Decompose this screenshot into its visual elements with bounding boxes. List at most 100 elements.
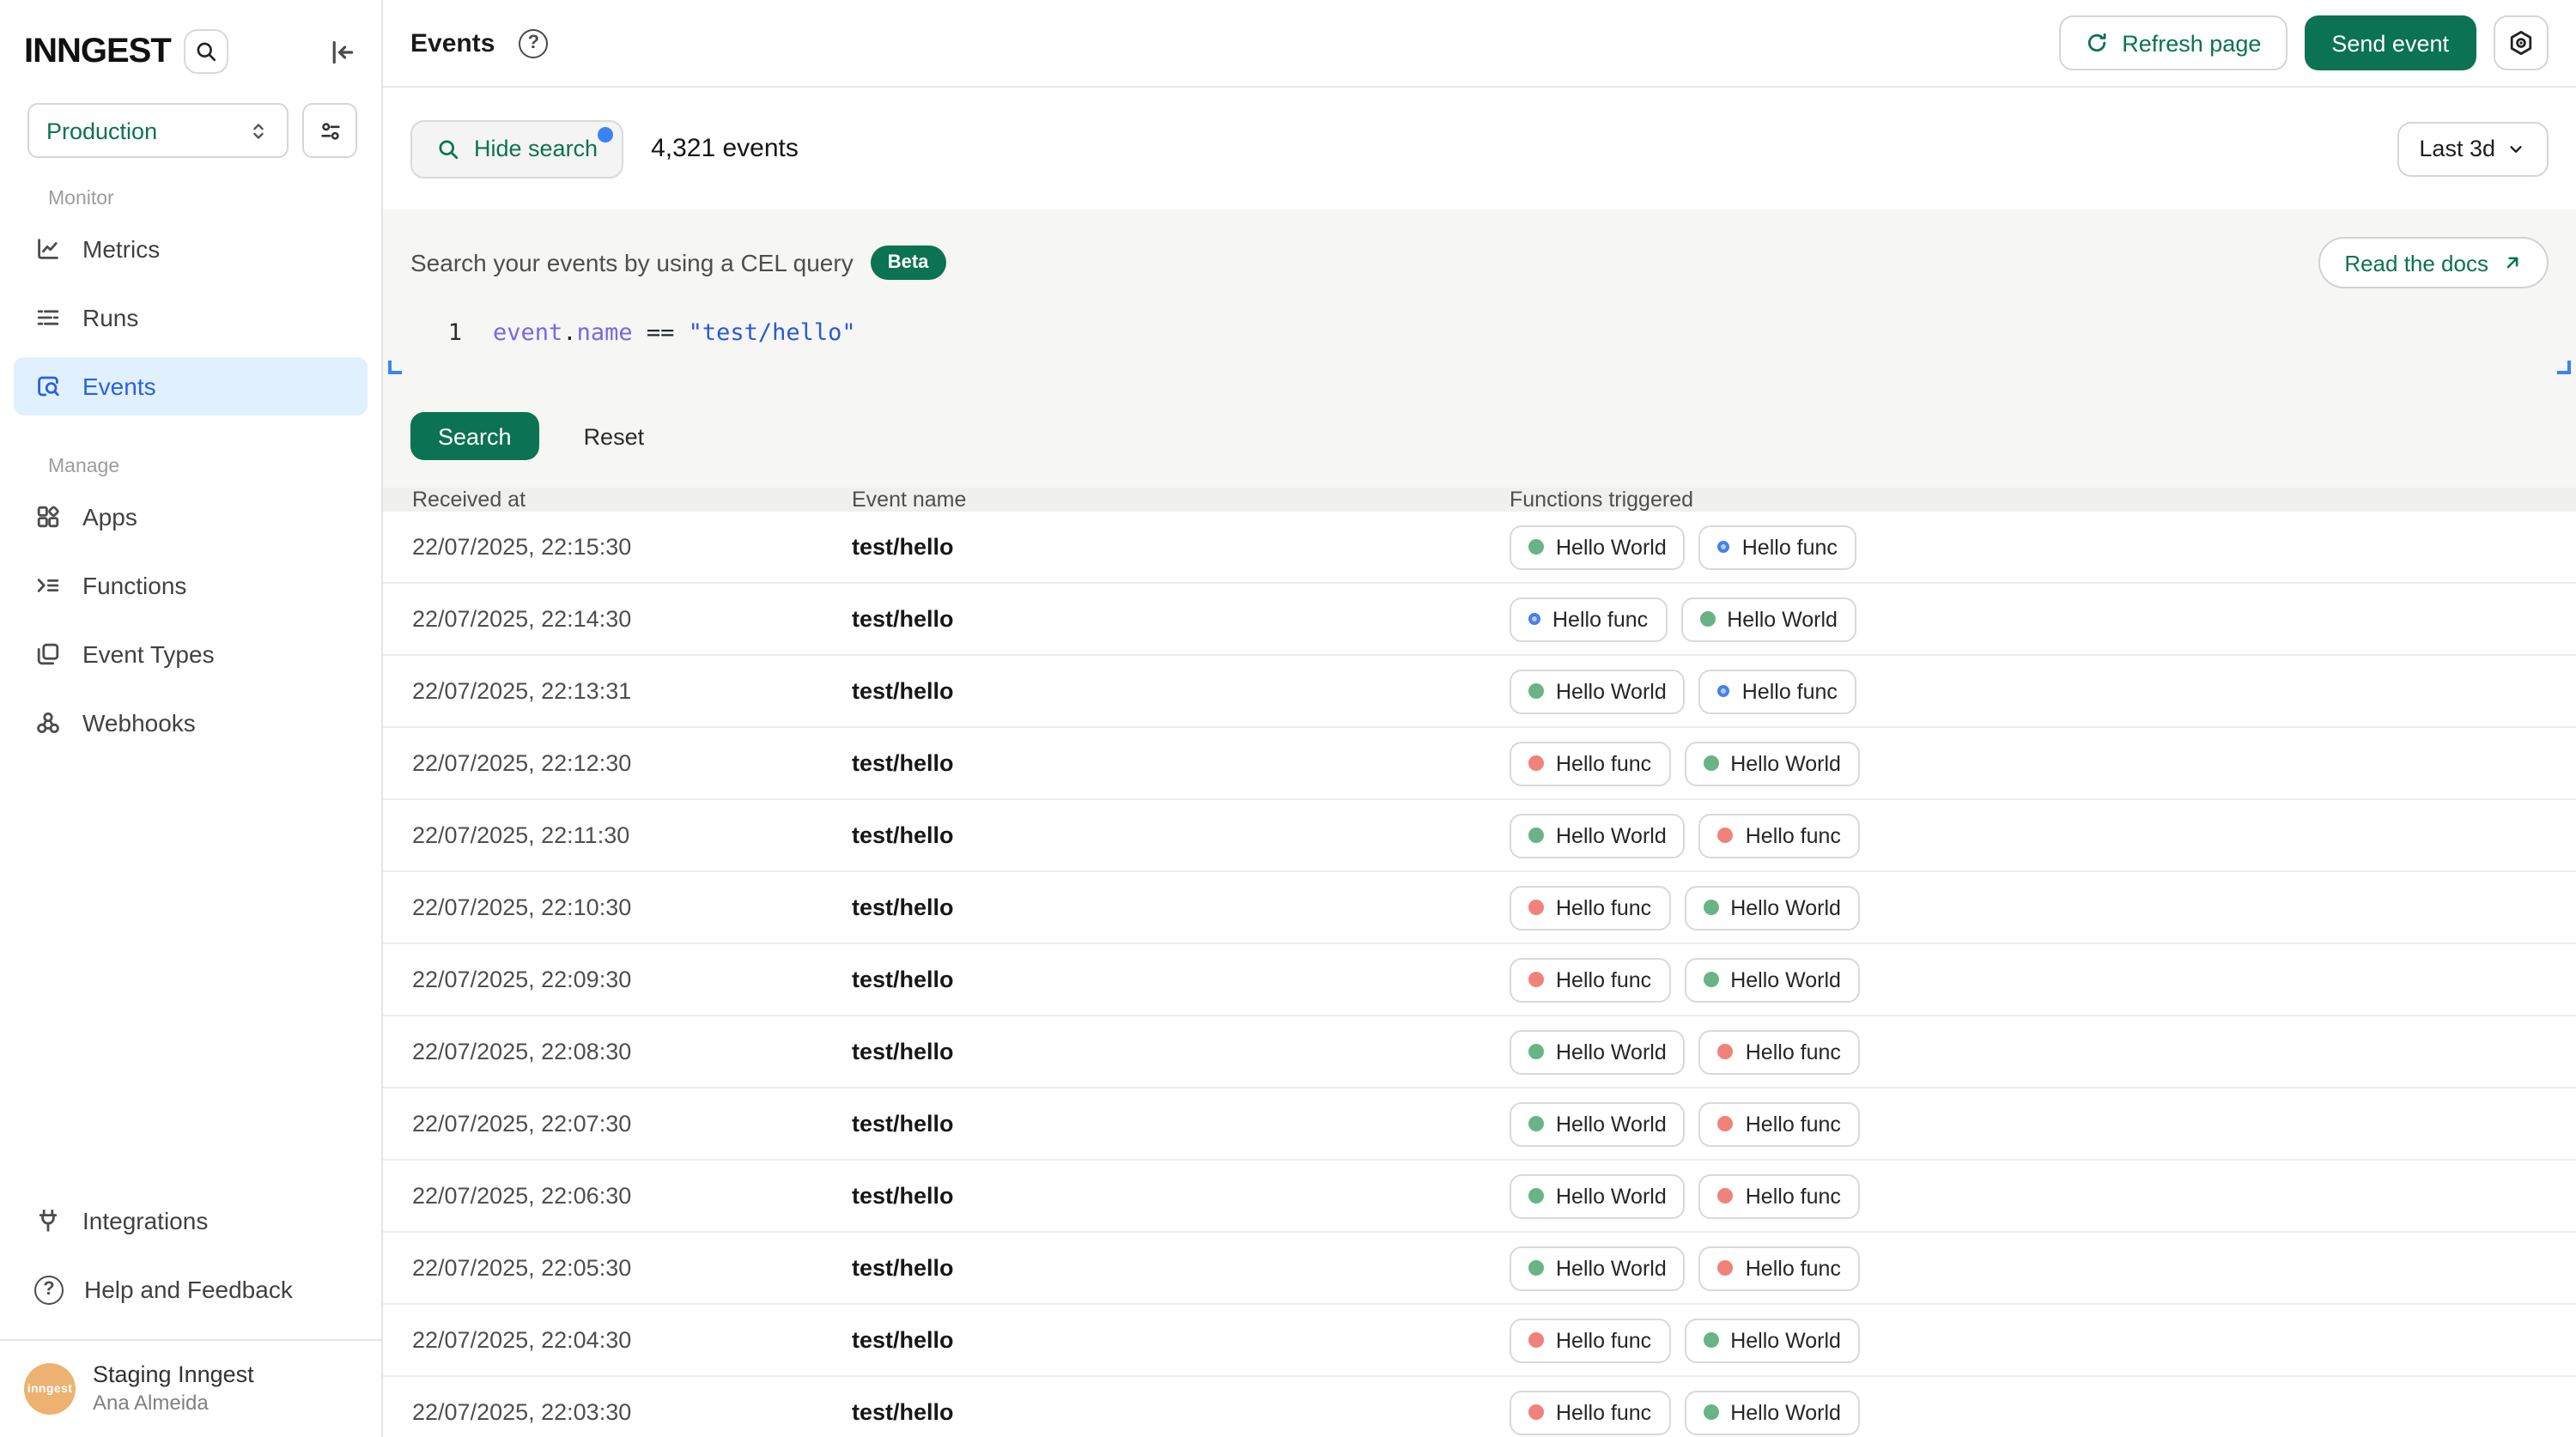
main-content: Events ? Refresh page Send event <box>383 0 2576 1437</box>
function-badge[interactable]: Hello World <box>1510 813 1686 858</box>
functions-cell: Hello func Hello World <box>1510 1390 2576 1434</box>
event-name-cell: test/hello <box>852 1183 1510 1209</box>
event-name-cell: test/hello <box>852 967 1510 992</box>
send-event-label: Send event <box>2331 30 2449 56</box>
received-at-cell: 22/07/2025, 22:12:30 <box>412 750 852 776</box>
table-row[interactable]: 22/07/2025, 22:10:30 test/hello Hello fu… <box>383 872 2576 944</box>
function-badge[interactable]: Hello World <box>1684 1390 1860 1434</box>
sidebar-item-apps[interactable]: Apps <box>14 488 368 546</box>
user-name: Ana Almeida <box>93 1391 254 1416</box>
chart-icon <box>34 235 62 263</box>
search-icon <box>195 39 219 64</box>
table-row[interactable]: 22/07/2025, 22:11:30 test/hello Hello Wo… <box>383 800 2576 872</box>
function-badge[interactable]: Hello World <box>1510 1029 1686 1074</box>
table-row[interactable]: 22/07/2025, 22:08:30 test/hello Hello Wo… <box>383 1016 2576 1088</box>
function-badge[interactable]: Hello func <box>1510 1390 1670 1434</box>
cel-query-editor[interactable]: 1 event.name == "test/hello" <box>410 316 2549 385</box>
events-toolbar: Hide search 4,321 events Last 3d <box>383 88 2576 209</box>
function-badge[interactable]: Hello func <box>1699 813 1860 858</box>
table-row[interactable]: 22/07/2025, 22:06:30 test/hello Hello Wo… <box>383 1161 2576 1233</box>
event-name-cell: test/hello <box>852 750 1510 776</box>
function-badge[interactable]: Hello World <box>1684 741 1860 785</box>
settings-button[interactable] <box>2494 15 2549 70</box>
event-name-cell: test/hello <box>852 1327 1510 1353</box>
environment-settings-button[interactable] <box>302 103 357 158</box>
function-badge[interactable]: Hello func <box>1699 1246 1860 1290</box>
sidebar-item-integrations[interactable]: Integrations <box>14 1191 368 1250</box>
status-dot <box>1528 900 1544 915</box>
sliders-icon <box>317 118 343 143</box>
refresh-page-label: Refresh page <box>2122 30 2261 56</box>
hide-search-button[interactable]: Hide search <box>410 119 623 178</box>
functions-cell: Hello World Hello func <box>1510 1173 2576 1218</box>
collapse-sidebar-button[interactable] <box>328 37 357 66</box>
table-row[interactable]: 22/07/2025, 22:05:30 test/hello Hello Wo… <box>383 1233 2576 1305</box>
status-dot <box>1528 683 1544 699</box>
page-title: Events <box>410 28 495 58</box>
send-event-button[interactable]: Send event <box>2304 15 2476 70</box>
status-dot <box>1718 828 1734 843</box>
function-badge[interactable]: Hello func <box>1510 741 1670 785</box>
column-header-received-at: Received at <box>412 488 852 512</box>
refresh-page-button[interactable]: Refresh page <box>2058 15 2287 70</box>
editor-resize-handle-left[interactable] <box>388 361 402 374</box>
sidebar: INNGEST Production <box>0 0 383 1437</box>
function-badge[interactable]: Hello World <box>1510 1246 1686 1290</box>
function-badge[interactable]: Hello World <box>1510 669 1686 713</box>
sidebar-item-events[interactable]: Events <box>14 357 368 415</box>
function-badge[interactable]: Hello func <box>1699 669 1856 713</box>
badge-label: Hello func <box>1742 679 1838 703</box>
function-badge[interactable]: Hello func <box>1510 1318 1670 1362</box>
sidebar-item-webhooks[interactable]: Webhooks <box>14 694 368 752</box>
environment-name: Production <box>46 118 157 143</box>
function-badge[interactable]: Hello func <box>1510 597 1667 641</box>
table-row[interactable]: 22/07/2025, 22:07:30 test/hello Hello Wo… <box>383 1088 2576 1161</box>
badge-label: Hello func <box>1556 1400 1651 1424</box>
sidebar-item-event-types[interactable]: Event Types <box>14 625 368 683</box>
function-badge[interactable]: Hello func <box>1699 1173 1860 1218</box>
editor-resize-handle-right[interactable] <box>2557 361 2571 374</box>
time-range-dropdown[interactable]: Last 3d <box>2397 121 2549 176</box>
event-name-cell: test/hello <box>852 1255 1510 1281</box>
badge-label: Hello func <box>1742 535 1838 559</box>
help-circle-icon: ? <box>34 1275 64 1304</box>
table-row[interactable]: 22/07/2025, 22:14:30 test/hello Hello fu… <box>383 584 2576 656</box>
search-button[interactable]: Search <box>410 412 539 460</box>
sidebar-search-button[interactable] <box>185 29 229 74</box>
functions-cell: Hello func Hello World <box>1510 597 2576 641</box>
function-badge[interactable]: Hello World <box>1510 1101 1686 1146</box>
account-menu[interactable]: inngest Staging Inngest Ana Almeida <box>0 1341 381 1437</box>
function-badge[interactable]: Hello World <box>1510 524 1686 569</box>
function-badge[interactable]: Hello func <box>1510 885 1670 930</box>
inngest-logo[interactable]: INNGEST <box>24 32 171 71</box>
sidebar-item-runs[interactable]: Runs <box>14 288 368 347</box>
table-row[interactable]: 22/07/2025, 22:04:30 test/hello Hello fu… <box>383 1305 2576 1377</box>
sidebar-item-label: Webhooks <box>82 709 196 737</box>
sidebar-item-metrics[interactable]: Metrics <box>14 220 368 278</box>
page-help-button[interactable]: ? <box>519 28 548 58</box>
status-dot <box>1703 1404 1718 1420</box>
sidebar-item-help-feedback[interactable]: ? Help and Feedback <box>14 1260 368 1319</box>
table-row[interactable]: 22/07/2025, 22:03:30 test/hello Hello fu… <box>383 1377 2576 1437</box>
table-row[interactable]: 22/07/2025, 22:13:31 test/hello Hello Wo… <box>383 656 2576 728</box>
function-badge[interactable]: Hello func <box>1699 524 1856 569</box>
table-row[interactable]: 22/07/2025, 22:15:30 test/hello Hello Wo… <box>383 512 2576 584</box>
reset-button[interactable]: Reset <box>584 423 645 449</box>
environment-selector[interactable]: Production <box>27 103 289 158</box>
table-row[interactable]: 22/07/2025, 22:09:30 test/hello Hello fu… <box>383 944 2576 1016</box>
function-badge[interactable]: Hello World <box>1510 1173 1686 1218</box>
table-row[interactable]: 22/07/2025, 22:12:30 test/hello Hello fu… <box>383 728 2576 800</box>
function-badge[interactable]: Hello World <box>1684 885 1860 930</box>
cel-heading: Search your events by using a CEL query <box>410 249 854 276</box>
read-docs-label: Read the docs <box>2344 250 2488 276</box>
functions-cell: Hello func Hello World <box>1510 1318 2576 1362</box>
function-badge[interactable]: Hello func <box>1699 1029 1860 1074</box>
function-badge[interactable]: Hello World <box>1684 957 1860 1002</box>
function-badge[interactable]: Hello func <box>1510 957 1670 1002</box>
sidebar-item-functions[interactable]: Functions <box>14 556 368 615</box>
function-badge[interactable]: Hello World <box>1680 597 1856 641</box>
function-badge[interactable]: Hello func <box>1699 1101 1860 1146</box>
function-badge[interactable]: Hello World <box>1684 1318 1860 1362</box>
read-docs-button[interactable]: Read the docs <box>2318 237 2549 288</box>
notification-dot <box>598 126 613 142</box>
